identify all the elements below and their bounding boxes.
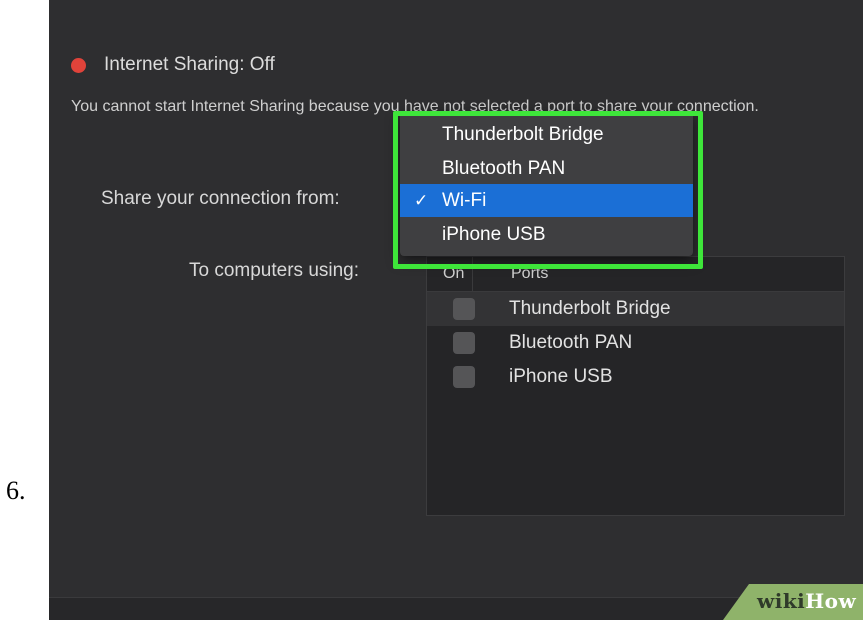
watermark-how: How (805, 589, 857, 613)
port-name: iPhone USB (509, 366, 613, 387)
port-name: Bluetooth PAN (509, 332, 633, 353)
step-number: 6. (6, 476, 26, 505)
port-checkbox[interactable] (453, 298, 475, 320)
port-checkbox[interactable] (453, 332, 475, 354)
internet-sharing-panel: Internet Sharing: Off You cannot start I… (49, 0, 863, 620)
status-text: Internet Sharing: Off (104, 54, 275, 75)
table-row[interactable]: Bluetooth PAN (427, 326, 844, 360)
watermark-text: wikiHow (757, 589, 856, 613)
wikihow-watermark: wikiHow (723, 584, 863, 620)
to-computers-label: To computers using: (189, 260, 360, 281)
table-row[interactable]: iPhone USB (427, 360, 844, 394)
highlight-box (393, 111, 703, 269)
table-row[interactable]: Thunderbolt Bridge (427, 292, 844, 326)
port-checkbox[interactable] (453, 366, 475, 388)
status-row: Internet Sharing: Off (71, 54, 275, 76)
status-dot-icon (71, 57, 86, 73)
watermark-wiki: wiki (757, 589, 806, 613)
ports-table: On Ports Thunderbolt Bridge Bluetooth PA… (426, 256, 845, 516)
share-from-label: Share your connection from: (101, 188, 340, 209)
port-name: Thunderbolt Bridge (509, 298, 671, 319)
